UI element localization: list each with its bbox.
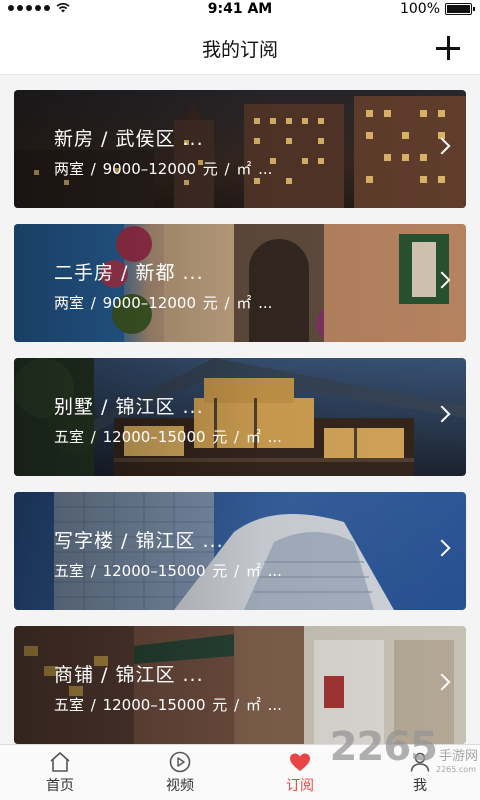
site-watermark: 2265 手游网 [330, 724, 478, 770]
page-title: 我的订阅 [201, 39, 278, 61]
status-bar: 9:41 AM 100% [0, 0, 480, 20]
card-detail: 两室 / 9000–12000 元 / ㎡ ... [54, 294, 273, 312]
card-title: 商铺 / 锦江区 ... [54, 664, 204, 686]
add-subscription-button[interactable] [436, 36, 460, 60]
card-title: 写字楼 / 锦江区 ... [54, 530, 224, 552]
battery-indicator: 100% [399, 1, 475, 17]
tab-label: 视频 [166, 778, 194, 794]
subscription-card[interactable]: 写字楼 / 锦江区 ... 五室 / 12000–15000 元 / ㎡ ... [14, 492, 466, 610]
tab-home[interactable]: 首页 [0, 745, 120, 800]
card-title: 二手房 / 新都 ... [54, 262, 204, 284]
subscription-card[interactable]: 新房 / 武侯区 ... 两室 / 9000–12000 元 / ㎡ ... [14, 90, 466, 208]
heart-icon [290, 753, 310, 771]
battery-percent: 100% [399, 1, 440, 17]
tab-video[interactable]: 视频 [120, 745, 240, 800]
tab-label: 我 [413, 778, 427, 794]
card-detail: 五室 / 12000–15000 元 / ㎡ ... [54, 696, 282, 714]
battery-icon [445, 3, 475, 15]
watermark-number: 2265 [329, 724, 438, 770]
card-title: 别墅 / 锦江区 ... [54, 396, 204, 418]
watermark-url: 2265.com [436, 765, 476, 774]
watermark-text: 手游网 [438, 749, 478, 764]
tab-label: 首页 [46, 778, 74, 794]
card-title: 新房 / 武侯区 ... [54, 128, 204, 150]
phone-screen: 9:41 AM 100% 我的订阅 新房 / 武侯区 ... 两室 / 9000… [0, 0, 480, 800]
subscription-list: 新房 / 武侯区 ... 两室 / 9000–12000 元 / ㎡ ... 二… [14, 90, 466, 760]
nav-header: 我的订阅 [0, 20, 480, 75]
card-detail: 两室 / 9000–12000 元 / ㎡ ... [54, 160, 273, 178]
card-detail: 五室 / 12000–15000 元 / ㎡ ... [54, 562, 282, 580]
subscription-card[interactable]: 别墅 / 锦江区 ... 五室 / 12000–15000 元 / ㎡ ... [14, 358, 466, 476]
home-icon [50, 752, 70, 772]
subscription-card[interactable]: 二手房 / 新都 ... 两室 / 9000–12000 元 / ㎡ ... [14, 224, 466, 342]
video-play-icon [169, 751, 191, 773]
tab-label: 订阅 [286, 778, 314, 794]
card-detail: 五室 / 12000–15000 元 / ㎡ ... [54, 428, 282, 446]
